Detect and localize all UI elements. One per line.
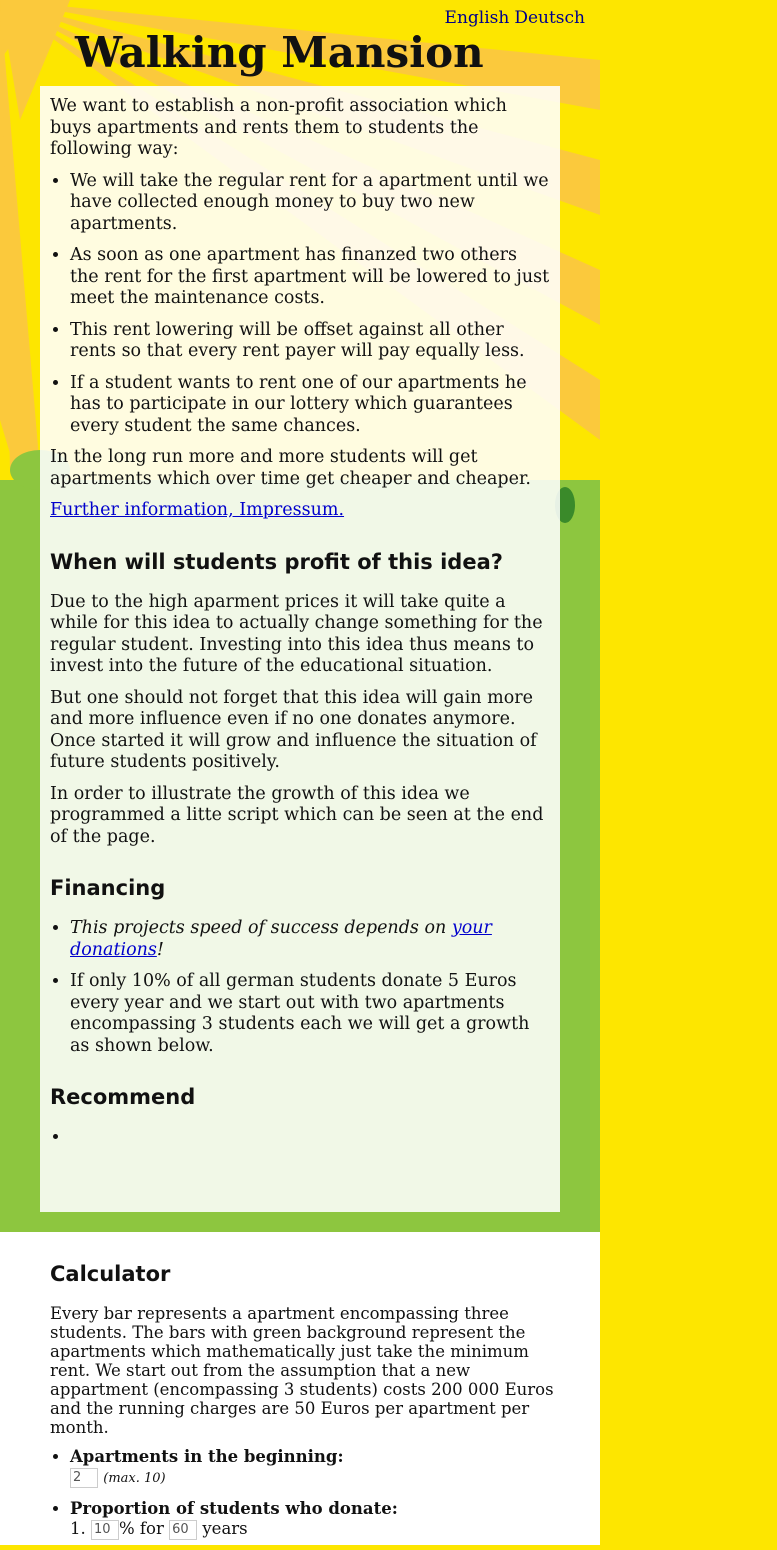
further-info-paragraph: Further information, Impressum. [50,500,550,522]
recommend-list [50,1127,550,1149]
language-switcher: English Deutsch [445,8,585,28]
calculator-section: Calculator Every bar represents a apartm… [0,1232,600,1545]
lang-link-english[interactable]: English [445,8,510,28]
apartments-option: Apartments in the beginning: 2 (max. 10) [70,1447,560,1489]
years-label: years [202,1519,248,1538]
financing-item-text: This projects speed of success depends o… [70,918,452,938]
proportion-option: Proportion of students who donate: 1. 10… [70,1499,560,1540]
rules-list: We will take the regular rent for a apar… [50,171,550,438]
profit-heading: When will students profit of this idea? [50,549,503,574]
percent-for-label: % for [119,1519,164,1538]
years-input[interactable]: 60 [169,1519,198,1540]
page-title: Walking Mansion [75,28,484,77]
main-content: We want to establish a non-profit associ… [40,86,560,1212]
calculator-heading: Calculator [50,1262,171,1286]
financing-heading: Financing [50,876,166,900]
rule-item: As soon as one apartment has finanzed tw… [70,245,550,310]
row-number: 1. [70,1519,86,1538]
calculator-options: Apartments in the beginning: 2 (max. 10)… [50,1447,560,1540]
profit-paragraph: Due to the high aparment prices it will … [50,591,543,677]
further-info-link[interactable]: Further information, Impressum. [50,500,344,520]
financing-item: This projects speed of success depends o… [70,918,550,961]
financing-item: If only 10% of all german students donat… [70,971,550,1057]
recommend-item [70,1127,550,1149]
intro-paragraph: We want to establish a non-profit associ… [50,96,507,159]
financing-item-suffix: ! [156,939,164,960]
page: English Deutsch Walking Mansion We want t… [0,0,600,1545]
profit-paragraph: But one should not forget that this idea… [50,687,537,773]
apartments-label: Apartments in the beginning: [70,1447,344,1466]
recommend-heading: Recommend [50,1085,196,1109]
financing-list: This projects speed of success depends o… [50,918,550,1057]
long-run-paragraph: In the long run more and more students w… [50,447,531,489]
calculator-description: Every bar represents a apartment encompa… [50,1304,554,1437]
percent-input[interactable]: 10 [91,1519,119,1540]
rule-item: We will take the regular rent for a apar… [70,171,550,236]
rule-item: If a student wants to rent one of our ap… [70,373,550,438]
lang-link-deutsch[interactable]: Deutsch [514,8,585,28]
rule-item: This rent lowering will be offset agains… [70,320,550,363]
profit-paragraph: In order to illustrate the growth of thi… [50,783,544,847]
apartments-hint: (max. 10) [103,1471,166,1486]
proportion-label: Proportion of students who donate: [70,1499,398,1518]
apartments-input[interactable]: 2 [70,1467,98,1488]
